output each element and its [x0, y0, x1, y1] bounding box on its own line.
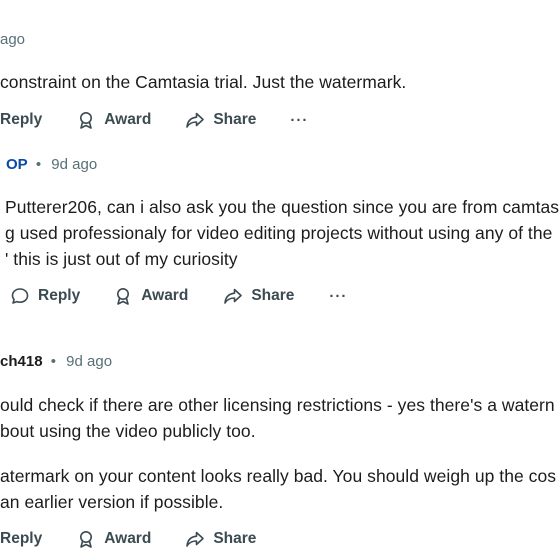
reply-button[interactable]: Reply	[10, 286, 80, 306]
reply-button[interactable]: Reply	[0, 530, 42, 548]
comment-2-text-line-2: g used professionaly for video editing p…	[5, 223, 553, 243]
comment-2-text-line-1: Putterer206, can i also ask you the ques…	[5, 197, 560, 217]
award-label: Award	[104, 111, 152, 128]
comment-3-text-line-4: an earlier version if possible.	[0, 492, 224, 512]
op-badge: OP	[6, 156, 28, 173]
award-icon	[117, 288, 130, 305]
comment-3-meta: ch418 • 9d ago	[0, 353, 112, 370]
comment-2-text-line-3: ' this is just out of my curiosity	[5, 249, 238, 269]
award-label: Award	[104, 530, 152, 547]
reply-button[interactable]: Reply	[0, 111, 42, 129]
share-label: Share	[213, 530, 257, 547]
comment-3-text-line-2: bout using the video publicly too.	[0, 421, 256, 441]
share-button[interactable]: Share	[223, 286, 294, 306]
share-icon	[186, 112, 205, 128]
comment-3-actions: Reply Award Share	[0, 526, 256, 552]
share-icon	[186, 531, 205, 547]
more-options-button[interactable]: ···	[290, 112, 308, 129]
comment-author[interactable]: ch418	[0, 353, 43, 370]
share-button[interactable]: Share	[185, 110, 256, 130]
comment-3-timestamp: 9d ago	[66, 353, 113, 370]
award-icon	[80, 112, 93, 129]
share-icon	[224, 288, 243, 304]
meta-separator: •	[50, 353, 56, 370]
comment-3-text-line-1: ould check if there are other licensing …	[0, 395, 555, 415]
share-button[interactable]: Share	[185, 529, 256, 549]
comment-2-timestamp: 9d ago	[51, 156, 98, 173]
comment-1-text-line-1: constraint on the Camtasia trial. Just t…	[0, 72, 407, 92]
comment-1-timestamp: ago	[0, 31, 26, 48]
reply-label: Reply	[38, 287, 81, 304]
reply-label: Reply	[0, 111, 43, 128]
reply-icon	[11, 288, 29, 304]
comment-1-actions: Reply Award Share ···	[0, 107, 308, 133]
award-button[interactable]: Award	[76, 110, 151, 130]
share-label: Share	[251, 287, 295, 304]
award-label: Award	[141, 287, 189, 304]
reply-label: Reply	[0, 530, 43, 547]
award-button[interactable]: Award	[113, 286, 188, 306]
award-button[interactable]: Award	[76, 529, 151, 549]
more-options-button[interactable]: ···	[329, 288, 347, 305]
meta-separator: •	[35, 156, 42, 173]
comment-2-actions: Reply Award Share ···	[10, 283, 347, 309]
comment-2-meta: OP • 9d ago	[6, 156, 97, 173]
comment-3-text-line-3: atermark on your content looks really ba…	[0, 466, 557, 486]
share-label: Share	[213, 111, 257, 128]
award-icon	[80, 531, 93, 548]
